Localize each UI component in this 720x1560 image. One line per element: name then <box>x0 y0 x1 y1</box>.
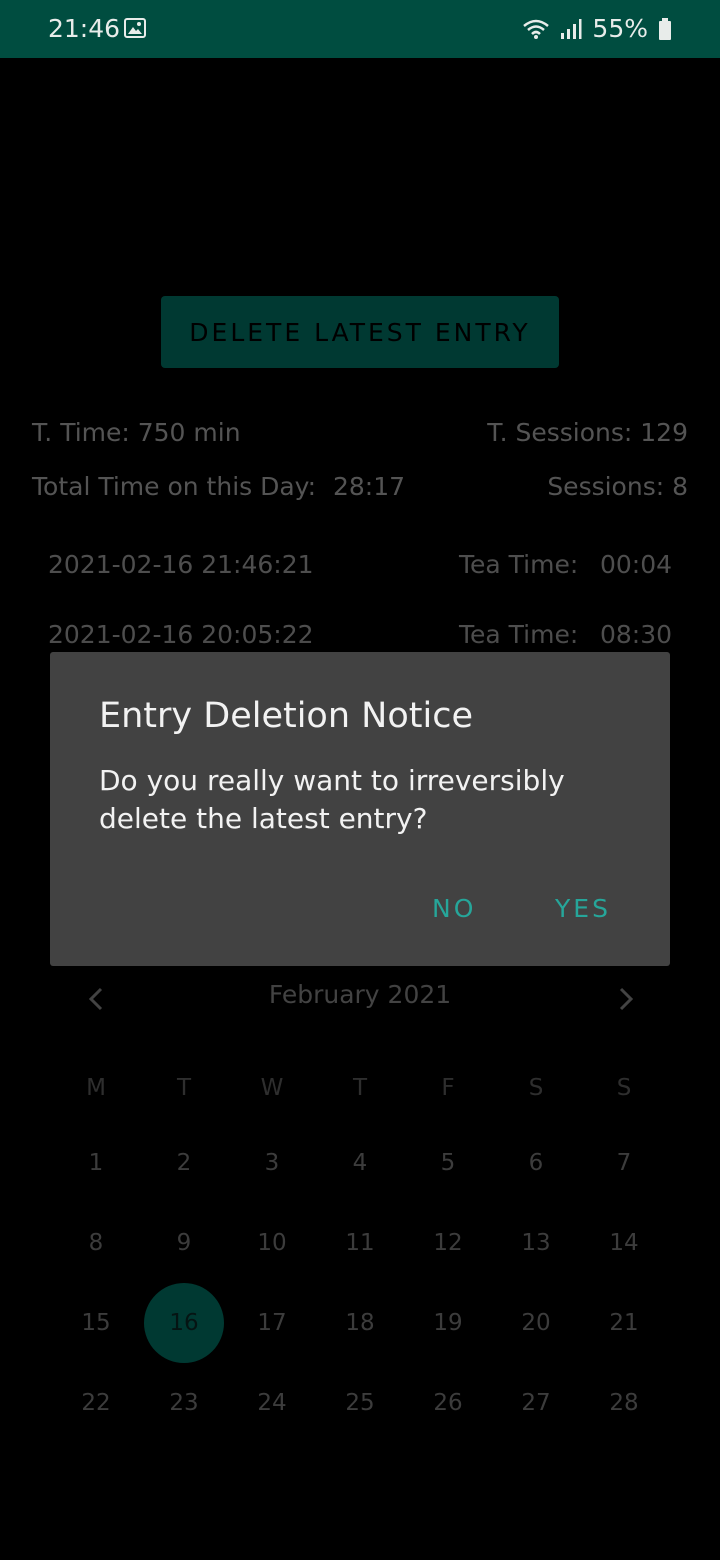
status-time: 21:46 <box>48 14 121 43</box>
dialog-message: Do you really want to irreversibly delet… <box>99 764 565 835</box>
yes-button[interactable]: YES <box>555 894 611 923</box>
image-icon <box>124 18 146 38</box>
entry-deletion-dialog: Entry Deletion Notice Do you really want… <box>50 652 670 966</box>
signal-icon <box>561 18 582 39</box>
wifi-icon <box>523 19 550 39</box>
battery-icon <box>659 17 671 40</box>
battery-percent: 55% <box>592 14 648 43</box>
status-bar: 21:46 55% <box>0 0 720 58</box>
dialog-title: Entry Deletion Notice <box>99 696 473 736</box>
no-button[interactable]: NO <box>432 894 476 923</box>
